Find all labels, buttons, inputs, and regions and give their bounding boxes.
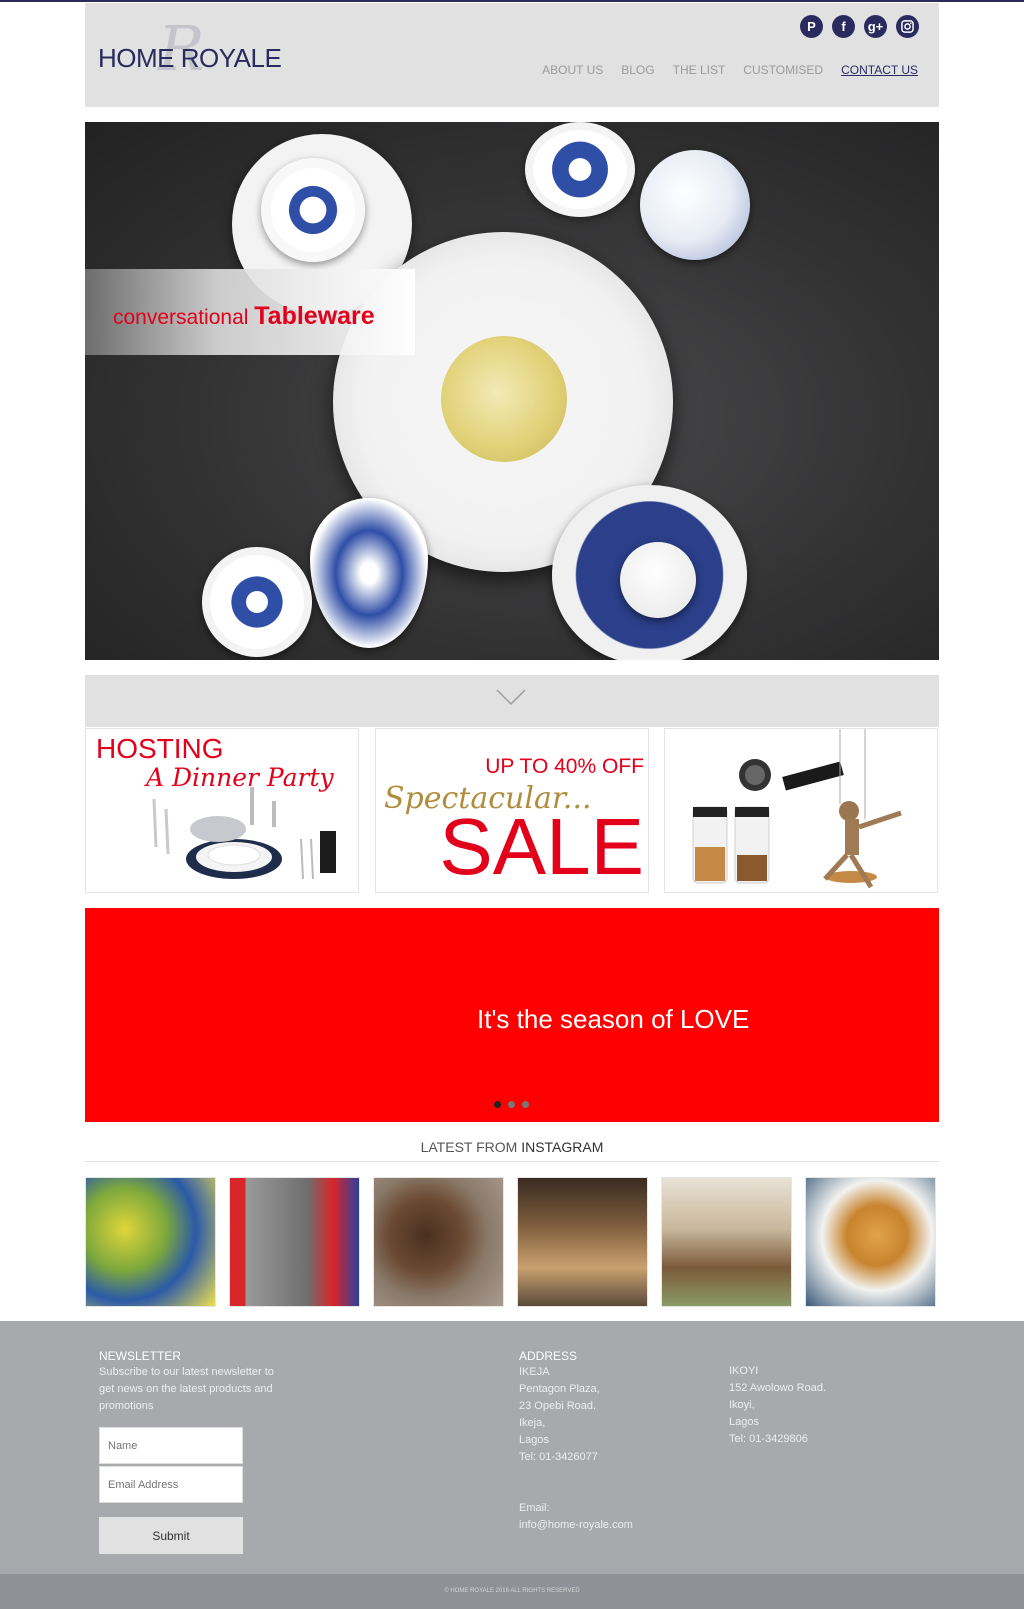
ikeja-label: IKEJA [519, 1366, 550, 1378]
logo-text: HOME ROYALE [98, 43, 282, 73]
instagram-divider [85, 1161, 939, 1162]
address-heading: ADDRESS [519, 1349, 578, 1363]
newsletter-text: Subscribe to our latest newsletter to ge… [99, 1366, 274, 1412]
google-plus-icon[interactable]: g+ [864, 15, 887, 38]
promo-sale-discount: UP TO 40% OFF [485, 755, 644, 778]
hero-image[interactable]: conversational Tableware [85, 122, 939, 660]
instagram-photo-4[interactable] [517, 1177, 648, 1307]
top-bowl [525, 122, 635, 217]
instagram-photo-6[interactable] [805, 1177, 936, 1307]
ikoyi-line-1: 152 Awolowo Road. [729, 1382, 827, 1394]
social-links: P f g+ [800, 15, 919, 38]
ikoyi-line-3: Lagos [729, 1416, 759, 1428]
soup [441, 336, 567, 462]
newsletter-submit-button[interactable]: Submit [99, 1517, 243, 1554]
ikoyi-phone: Tel: 01-3429806 [729, 1433, 808, 1445]
hero-caption-bold: Tableware [254, 302, 375, 330]
instagram-section-title: LATEST FROM INSTAGRAM [420, 1139, 604, 1155]
pinterest-icon[interactable]: P [800, 15, 823, 38]
carousel-dots [494, 1101, 529, 1108]
nav-contact-us[interactable]: CONTACT US [841, 63, 918, 77]
banner-text: It's the season of LOVE [477, 1004, 750, 1034]
carousel-dot-2[interactable] [508, 1101, 515, 1108]
bottom-left-bowl [202, 547, 312, 657]
nav-blog[interactable]: BLOG [621, 63, 654, 77]
ikeja-line-2: 23 Opebi Road. [519, 1400, 597, 1412]
copyright-bar: © Home Royale 2016 ALL RIGHTS RESERVED [0, 1574, 1024, 1609]
newsletter-name-input[interactable] [99, 1427, 243, 1464]
chevron-down-icon[interactable] [495, 687, 527, 707]
promo-jars-product[interactable] [664, 728, 938, 893]
site-header: R HOME ROYALE P f g+ ABOUT US BLOG THE L… [85, 3, 939, 107]
newsletter-heading: NEWSLETTER [99, 1349, 182, 1363]
small-cup [620, 542, 696, 618]
ikeja-line-4: Lagos [519, 1434, 549, 1446]
facebook-icon[interactable]: f [832, 15, 855, 38]
instagram-icon[interactable] [896, 15, 919, 38]
email-link[interactable]: info@home-royale.com [519, 1517, 679, 1534]
top-accent-line [0, 0, 1024, 2]
promo-hosting-dinner-party[interactable]: HOSTING A Dinner Party [85, 728, 359, 893]
carousel-dot-3[interactable] [522, 1101, 529, 1108]
promo-sale-title: SALE [439, 802, 644, 891]
newsletter-section: NEWSLETTER Subscribe to our latest newsl… [99, 1348, 274, 1415]
instagram-glyph [901, 20, 914, 33]
hero-caption-light: conversational [113, 306, 255, 329]
scroll-down-bar[interactable] [85, 675, 939, 727]
address-ikoyi: IKOYI 152 Awolowo Road. Ikoyi, Lagos Tel… [729, 1363, 889, 1448]
ikeja-phone: Tel: 01-3426077 [519, 1451, 598, 1463]
promo-sale[interactable]: UP TO 40% OFF Spectacular... SALE [375, 728, 649, 893]
carousel-dot-1[interactable] [494, 1101, 501, 1108]
ikeja-line-3: Ikeja, [519, 1417, 546, 1429]
main-nav: ABOUT US BLOG THE LIST CUSTOMISED CONTAC… [542, 63, 918, 77]
ikoyi-line-2: Ikoyi, [729, 1399, 755, 1411]
copyright-text: © Home Royale 2016 ALL RIGHTS RESERVED [444, 1588, 580, 1594]
hero-caption: conversational Tableware [113, 302, 375, 331]
instagram-photo-5[interactable] [661, 1177, 792, 1307]
address-ikeja: ADDRESS IKEJA Pentagon Plaza, 23 Opebi R… [519, 1348, 679, 1534]
newsletter-email-input[interactable] [99, 1466, 243, 1503]
nav-the-list[interactable]: THE LIST [673, 63, 726, 77]
ikoyi-label: IKOYI [729, 1365, 759, 1377]
season-of-love-banner[interactable]: It's the season of LOVE [85, 908, 939, 1122]
ikeja-line-1: Pentagon Plaza, [519, 1383, 600, 1395]
nav-customised[interactable]: CUSTOMISED [743, 63, 823, 77]
jars-and-puppet-illustration [692, 729, 902, 889]
top-left-bowl [261, 158, 365, 262]
email-label: Email: [519, 1502, 550, 1514]
butterfly-bowl [640, 150, 750, 260]
instagram-photo-3[interactable] [373, 1177, 504, 1307]
home-royale-logo[interactable]: R HOME ROYALE [98, 18, 298, 88]
instagram-photo-2[interactable] [229, 1177, 360, 1307]
instagram-photo-1[interactable] [85, 1177, 216, 1307]
dinner-table-setting-illustration [152, 787, 336, 880]
nav-about-us[interactable]: ABOUT US [542, 63, 603, 77]
leaf-dish [310, 498, 428, 648]
